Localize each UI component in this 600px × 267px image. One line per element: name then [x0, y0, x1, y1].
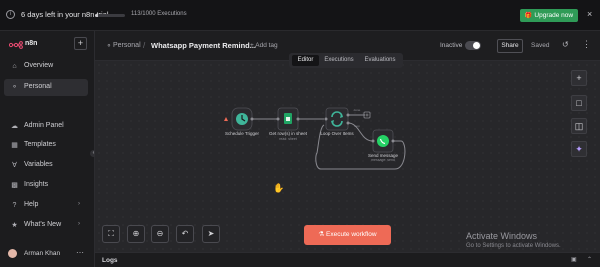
- sidebar-item-label: Variables: [24, 161, 53, 168]
- insights-icon: ▩: [11, 182, 18, 189]
- select-tool-icon[interactable]: ➤: [202, 225, 220, 243]
- output-handle: [250, 117, 254, 121]
- executions-progress-fill: [95, 14, 99, 17]
- output-handle: [296, 117, 300, 121]
- sidebar-item-label: Overview: [24, 62, 54, 69]
- close-banner-icon[interactable]: ×: [587, 9, 592, 19]
- sidebar-item-templates[interactable]: ▦ Templates: [4, 137, 88, 154]
- chevron-right-icon: ›: [78, 221, 80, 227]
- input-handle: [324, 117, 328, 121]
- status-label: Inactive: [440, 42, 463, 49]
- create-button[interactable]: +: [74, 37, 87, 50]
- whatsapp-icon: [377, 135, 389, 147]
- hand-cursor-icon: ✋: [273, 183, 285, 193]
- execute-label: Execute workflow: [326, 231, 377, 238]
- trial-banner: i 6 days left in your n8n trial 113/1000…: [0, 0, 600, 31]
- toggle-panel-icon[interactable]: ◫: [571, 118, 587, 134]
- node-subtitle: read: sheet: [279, 137, 297, 141]
- view-tabs: Editor Executions Evaluations: [289, 53, 403, 68]
- sidebar-item-label: Personal: [24, 83, 52, 90]
- sidebar-item-personal[interactable]: ⚬ Personal: [4, 79, 88, 96]
- sidebar: n8n + ⌂ Overview ⚬ Personal ☁ Admin Pane…: [0, 31, 95, 267]
- executions-count: 113/1000 Executions: [131, 11, 187, 17]
- fit-view-icon[interactable]: ⛶: [102, 225, 120, 243]
- execute-workflow-button[interactable]: ⚗ Execute workflow: [304, 225, 391, 245]
- sidebar-item-whats-new[interactable]: ★ What's New ›: [4, 217, 88, 234]
- node-label: Get row(s) in sheet: [268, 131, 308, 136]
- node-subtitle: message: send: [371, 158, 395, 162]
- chevron-up-icon[interactable]: ⌃: [587, 256, 592, 263]
- expand-logs-icon[interactable]: ▣: [571, 256, 577, 263]
- trigger-bolt-icon: [224, 117, 228, 121]
- share-button[interactable]: Share: [497, 39, 523, 53]
- output-handle-done: [346, 113, 350, 117]
- tab-executions[interactable]: Executions: [320, 55, 358, 66]
- n8n-logo-icon: [9, 41, 23, 49]
- cloud-icon: ☁: [11, 123, 18, 130]
- workflow-canvas[interactable]: Schedule Trigger Get row(s) in sheet rea…: [95, 61, 600, 252]
- tab-evaluations[interactable]: Evaluations: [360, 55, 400, 66]
- output-handle: [391, 139, 395, 143]
- sidebar-item-admin-panel[interactable]: ☁ Admin Panel: [4, 118, 88, 135]
- sidebar-item-insights[interactable]: ▩ Insights: [4, 177, 88, 194]
- home-icon: ⌂: [12, 63, 17, 70]
- node-label: Loop Over Items: [320, 131, 354, 136]
- input-handle: [371, 139, 375, 143]
- brand-name: n8n: [25, 40, 38, 47]
- activate-windows-title: Activate Windows: [466, 231, 538, 241]
- logs-label: Logs: [102, 257, 118, 264]
- sidebar-item-label: Insights: [24, 181, 49, 188]
- sidebar-item-label: Help: [24, 201, 39, 208]
- active-toggle[interactable]: [465, 41, 481, 50]
- sidebar-item-variables[interactable]: ∀ Variables: [4, 157, 88, 174]
- breadcrumb[interactable]: Personal: [113, 42, 141, 49]
- sidebar-item-help[interactable]: ? Help ›: [4, 197, 88, 214]
- tab-editor[interactable]: Editor: [292, 55, 319, 66]
- user-icon: ⚬: [106, 43, 112, 50]
- gift-icon: 🎁: [524, 13, 533, 19]
- chevron-right-icon: ›: [78, 201, 80, 207]
- plus-icon: [365, 113, 369, 117]
- info-icon: i: [6, 10, 15, 19]
- saved-status: Saved: [531, 42, 550, 49]
- ai-assistant-icon[interactable]: ✦: [571, 141, 587, 157]
- sticky-note-icon[interactable]: □: [571, 95, 587, 111]
- add-tag-button[interactable]: + Add tag: [250, 42, 278, 49]
- loop-output-label: loop: [354, 124, 360, 128]
- bell-icon: ★: [11, 222, 18, 229]
- sidebar-item-label: Admin Panel: [24, 122, 64, 129]
- breadcrumb-separator: /: [143, 41, 146, 50]
- avatar: [8, 249, 17, 258]
- flask-icon: ⚗: [318, 231, 325, 238]
- sheets-icon-grid: [286, 117, 290, 121]
- upgrade-label: Upgrade now: [534, 12, 574, 19]
- loop-output-label: done: [353, 108, 361, 112]
- help-icon: ?: [12, 202, 17, 209]
- zoom-out-icon[interactable]: ⊖: [151, 225, 169, 243]
- output-handle-loop: [346, 121, 350, 125]
- upgrade-button[interactable]: 🎁 Upgrade now: [520, 9, 578, 22]
- user-icon: ⚬: [11, 84, 18, 91]
- add-node-button[interactable]: +: [571, 70, 587, 86]
- input-handle: [276, 117, 280, 121]
- sidebar-item-label: What's New: [24, 221, 62, 228]
- zoom-in-icon[interactable]: ⊕: [127, 225, 145, 243]
- undo-icon[interactable]: ↶: [176, 225, 194, 243]
- toggle-knob: [473, 42, 480, 49]
- executions-progress-bar: [95, 14, 125, 17]
- workflow-name[interactable]: Whatsapp Payment Remind...: [151, 41, 256, 50]
- activate-windows-subtitle: Go to Settings to activate Windows.: [466, 243, 561, 249]
- history-icon[interactable]: ↺: [562, 40, 569, 49]
- more-options-icon[interactable]: ⋮: [582, 39, 591, 50]
- sidebar-item-overview[interactable]: ⌂ Overview: [4, 58, 88, 75]
- user-name: Arman Khan: [24, 250, 61, 257]
- sidebar-item-label: Templates: [24, 141, 56, 148]
- variables-icon: ∀: [12, 162, 17, 169]
- user-more-icon[interactable]: ⋯: [76, 248, 84, 257]
- node-label: Schedule Trigger: [224, 131, 260, 136]
- logs-panel[interactable]: Logs ▣ ⌃: [95, 252, 600, 267]
- workflow-graph: [224, 107, 406, 170]
- templates-icon: ▦: [11, 142, 18, 149]
